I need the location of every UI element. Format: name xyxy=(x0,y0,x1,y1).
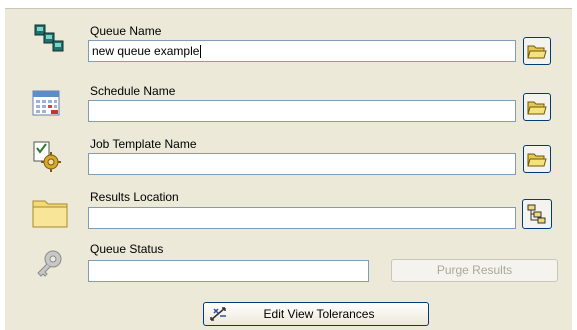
browse-results-location-button[interactable] xyxy=(522,199,552,229)
browse-job-template-button[interactable] xyxy=(523,145,551,173)
edit-view-tolerances-button[interactable]: Edit View Tolerances xyxy=(203,302,429,326)
tolerances-icon xyxy=(208,305,230,323)
queue-icon xyxy=(33,23,65,55)
results-location-label: Results Location xyxy=(90,190,179,204)
folder-icon xyxy=(31,195,71,229)
open-folder-icon xyxy=(527,153,547,167)
queue-status-input xyxy=(88,260,369,282)
browse-schedule-button[interactable] xyxy=(523,93,551,121)
open-folder-icon xyxy=(527,45,547,59)
job-template-icon xyxy=(31,140,63,172)
queue-name-label: Queue Name xyxy=(90,24,162,38)
queue-status-label: Queue Status xyxy=(90,242,164,256)
schedule-name-label: Schedule Name xyxy=(90,84,176,98)
browse-queue-button[interactable] xyxy=(523,37,551,65)
edit-view-tolerances-label: Edit View Tolerances xyxy=(263,307,375,321)
tree-icon xyxy=(527,204,546,224)
queue-name-input[interactable]: new queue example xyxy=(88,40,516,62)
schedule-name-input[interactable] xyxy=(88,100,516,122)
job-template-name-input[interactable] xyxy=(88,153,516,175)
text-caret xyxy=(200,45,202,59)
open-folder-icon xyxy=(527,101,547,115)
job-template-name-label: Job Template Name xyxy=(90,137,197,151)
purge-results-button[interactable]: Purge Results xyxy=(391,259,558,282)
results-location-input[interactable] xyxy=(88,207,516,229)
queue-settings-panel: Queue Name new queue example Schedule Na… xyxy=(5,8,572,330)
queue-name-value: new queue example xyxy=(92,44,200,58)
status-key-icon xyxy=(33,247,65,279)
calendar-icon xyxy=(31,88,63,120)
